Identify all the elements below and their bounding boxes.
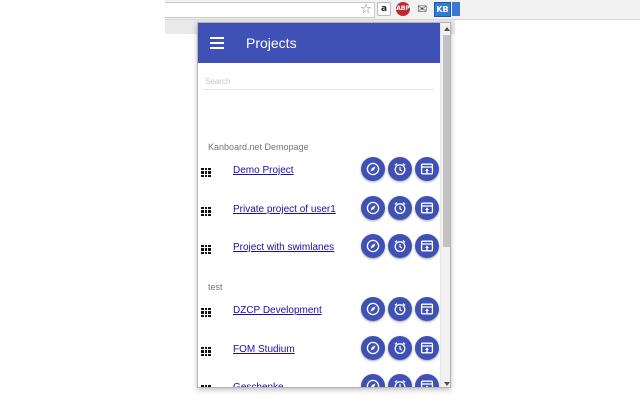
compass-icon <box>366 379 380 387</box>
project-row: FOM Studium <box>198 335 440 365</box>
overview-button[interactable] <box>361 196 385 220</box>
activity-button[interactable] <box>388 374 412 387</box>
activity-button[interactable] <box>388 234 412 258</box>
overview-button[interactable] <box>361 374 385 387</box>
project-grid-icon <box>201 308 211 317</box>
project-grid-icon <box>201 385 211 387</box>
alarm-clock-icon <box>394 240 406 253</box>
kanboard-extension-icon[interactable]: KB <box>434 2 451 17</box>
project-grid-icon <box>201 207 211 216</box>
alarm-clock-icon <box>394 163 406 176</box>
adblock-extension-icon[interactable]: ABP <box>396 2 410 16</box>
project-link[interactable]: Demo Project <box>233 165 294 176</box>
project-link[interactable]: Private project of user1 <box>233 204 336 215</box>
overview-button[interactable] <box>361 336 385 360</box>
project-link[interactable]: Project with swimlanes <box>233 242 334 253</box>
scroll-up-arrow-icon[interactable] <box>441 23 450 34</box>
open-board-button[interactable] <box>415 157 439 181</box>
group-title: test <box>208 282 223 292</box>
overview-button[interactable] <box>361 297 385 321</box>
board-icon <box>420 303 434 315</box>
alarm-clock-icon <box>394 303 406 316</box>
alarm-clock-icon <box>394 380 406 387</box>
board-icon <box>420 163 434 175</box>
open-board-button[interactable] <box>415 234 439 258</box>
board-icon <box>420 342 434 354</box>
project-list: Kanboard.net Demopage Demo Project Private… <box>198 63 440 387</box>
open-board-button[interactable] <box>415 297 439 321</box>
extension-icon-edge[interactable] <box>452 2 460 16</box>
overview-button[interactable] <box>361 157 385 181</box>
compass-icon <box>366 201 380 215</box>
project-link[interactable]: FOM Studium <box>233 344 295 355</box>
overview-button[interactable] <box>361 234 385 258</box>
compass-icon <box>366 239 380 253</box>
mail-extension-icon[interactable]: ✉ <box>415 2 429 16</box>
scrollbar[interactable] <box>440 23 450 387</box>
scroll-down-arrow-icon[interactable] <box>441 378 450 387</box>
board-icon <box>420 380 434 387</box>
page-title: Projects <box>246 35 297 51</box>
amazon-extension-icon[interactable]: a <box>377 2 391 16</box>
project-link[interactable]: DZCP Development <box>233 305 322 316</box>
project-row: Project with swimlanes <box>198 233 440 263</box>
open-board-button[interactable] <box>415 196 439 220</box>
activity-button[interactable] <box>388 196 412 220</box>
search-input[interactable] <box>204 74 434 90</box>
activity-button[interactable] <box>388 157 412 181</box>
bookmark-star-icon[interactable]: ☆ <box>359 2 373 16</box>
open-board-button[interactable] <box>415 336 439 360</box>
project-row: Demo Project <box>198 156 440 186</box>
project-grid-icon <box>201 168 211 177</box>
compass-icon <box>366 302 380 316</box>
address-bar[interactable] <box>165 2 375 18</box>
app-header: Projects <box>198 23 440 63</box>
compass-icon <box>366 162 380 176</box>
screen: ☆ a ABP ✉ KB Projects Kanboard.net Demop… <box>0 0 640 400</box>
board-icon <box>420 202 434 214</box>
activity-button[interactable] <box>388 297 412 321</box>
project-row: Private project of user1 <box>198 195 440 225</box>
activity-button[interactable] <box>388 336 412 360</box>
project-link[interactable]: Geschenke <box>233 382 284 387</box>
project-row: DZCP Development <box>198 296 440 326</box>
alarm-clock-icon <box>394 202 406 215</box>
scrollbar-thumb[interactable] <box>443 35 450 247</box>
project-row: Geschenke <box>198 373 440 387</box>
project-grid-icon <box>201 245 211 254</box>
board-icon <box>420 240 434 252</box>
group-title: Kanboard.net Demopage <box>208 142 309 152</box>
compass-icon <box>366 341 380 355</box>
open-board-button[interactable] <box>415 374 439 387</box>
alarm-clock-icon <box>394 342 406 355</box>
menu-icon[interactable] <box>210 37 224 49</box>
project-grid-icon <box>201 347 211 356</box>
extension-popup: Projects Kanboard.net Demopage Demo Proje… <box>197 22 451 388</box>
